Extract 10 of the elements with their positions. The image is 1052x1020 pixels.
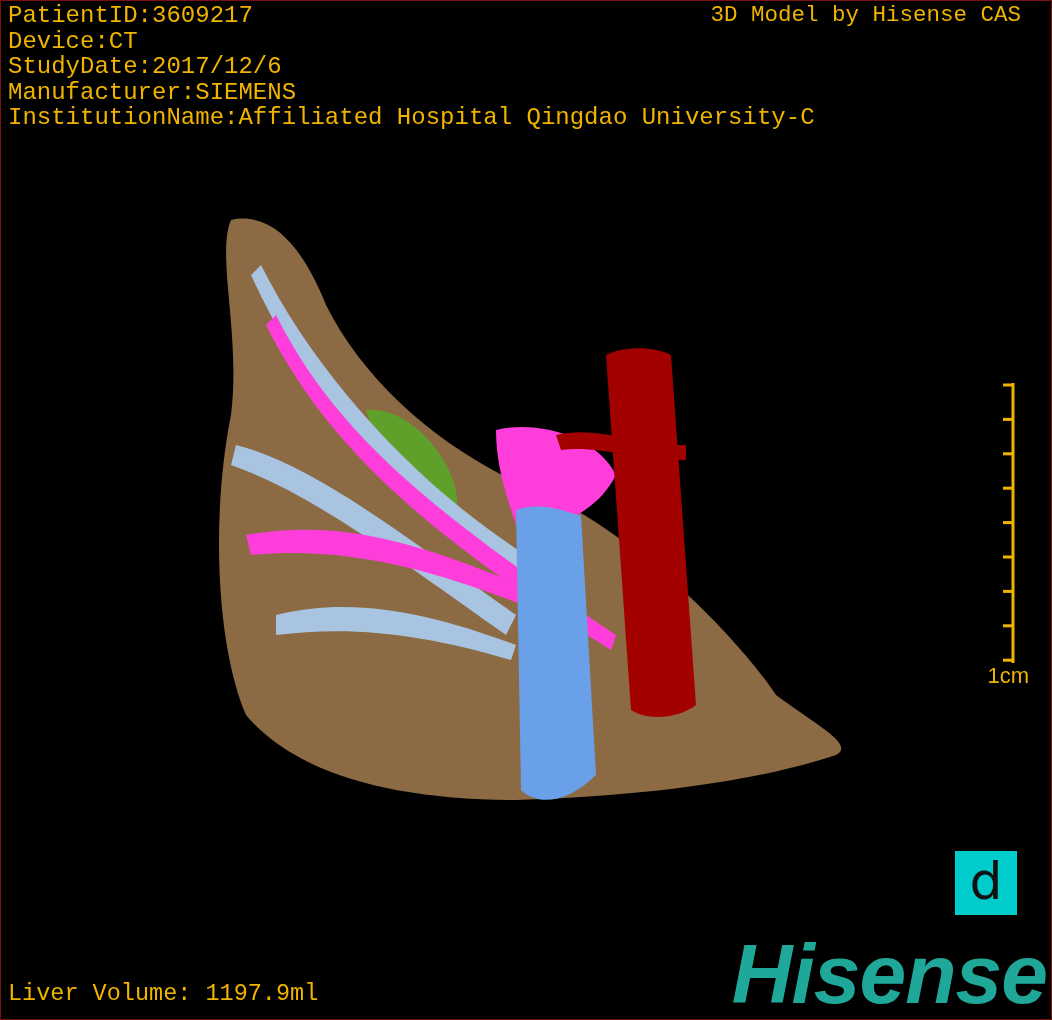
info-text: PatientID:3609217 (8, 3, 253, 29)
info-text: Manufacturer:SIEMENS (8, 79, 297, 105)
scale-label: 1cm (987, 662, 1029, 689)
credit-text: 3D Model by Hisense CAS (710, 3, 1021, 29)
info-text: StudyDate:2017/12/6 (8, 54, 282, 80)
info-text: Device:CT (8, 28, 138, 54)
liver-volume-text: Liver Volume: 1197.9ml (8, 981, 319, 1007)
logo-text: Hisense (731, 937, 1048, 1011)
info-text: InstitutionName:Affiliated Hospital Qingdao University-C (8, 105, 815, 131)
orientation-marker: d (955, 851, 1017, 915)
